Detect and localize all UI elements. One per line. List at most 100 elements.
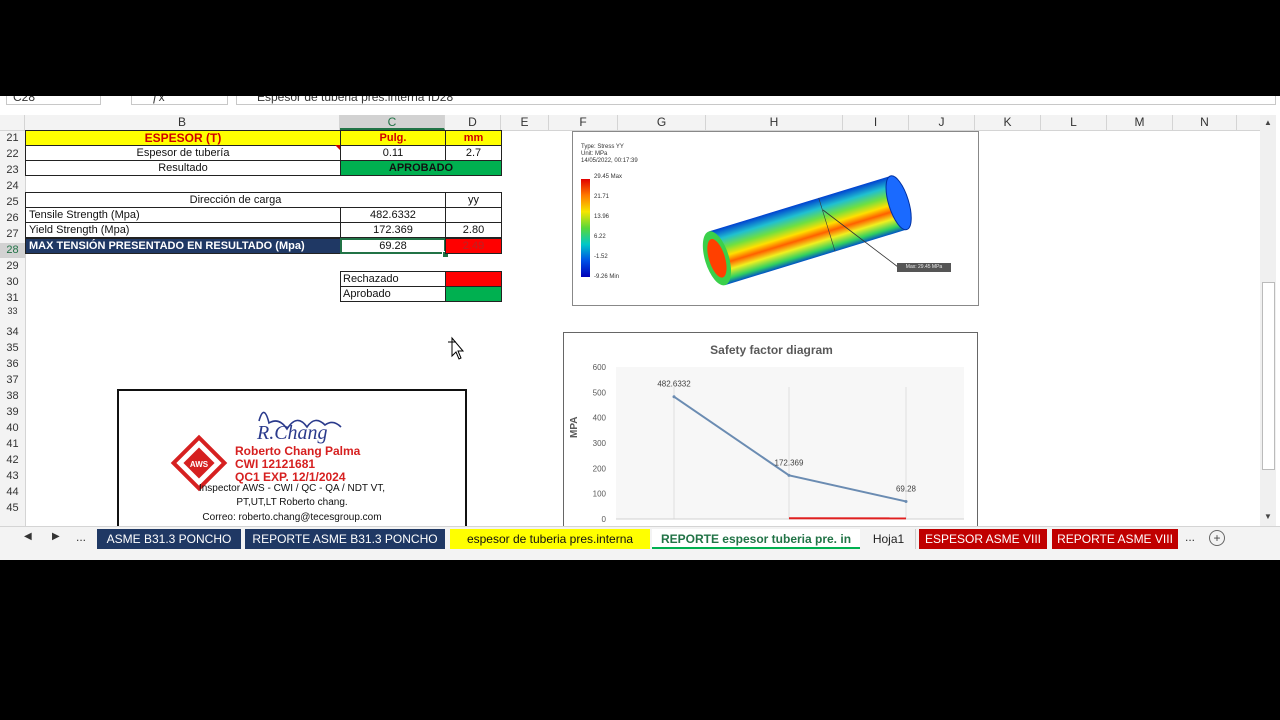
column-header-f[interactable]: F bbox=[549, 115, 618, 130]
cell-c21-header[interactable]: Pulg. bbox=[340, 130, 446, 146]
row-header[interactable]: 41 bbox=[0, 437, 25, 452]
tab-asme-b31-poncho[interactable]: ASME B31.3 PONCHO bbox=[97, 529, 241, 549]
cell-d25[interactable]: yy bbox=[445, 192, 502, 208]
y-tick-label: 300 bbox=[593, 439, 607, 448]
cell-c30-legend[interactable]: Rechazado bbox=[340, 271, 446, 287]
column-header-e[interactable]: E bbox=[501, 115, 549, 130]
select-all-corner[interactable] bbox=[0, 115, 25, 130]
cell-b25[interactable]: Dirección de carga bbox=[25, 192, 446, 208]
scroll-up-icon[interactable]: ▲ bbox=[1263, 118, 1273, 128]
tab-reporte-asme-viii[interactable]: REPORTE ASME VIII bbox=[1052, 529, 1178, 549]
tab-scroll-left-icon[interactable]: ◀ bbox=[24, 531, 32, 542]
cell-c23-result[interactable]: APROBADO bbox=[340, 160, 502, 176]
tab-scroll-right-icon[interactable]: ▶ bbox=[52, 531, 60, 542]
cell-d22[interactable]: 2.7 bbox=[445, 145, 502, 161]
column-header-d[interactable]: D bbox=[445, 115, 501, 130]
row-header[interactable]: 26 bbox=[0, 211, 25, 226]
cell-c26[interactable]: 482.6332 bbox=[340, 207, 446, 223]
fea-stress-image[interactable]: Type: Stress YY Unit: MPa 14/05/2022, 00… bbox=[572, 131, 979, 306]
row-header[interactable]: 31 bbox=[0, 291, 25, 306]
column-header-l[interactable]: L bbox=[1041, 115, 1107, 130]
cell-c27[interactable]: 172.369 bbox=[340, 222, 446, 238]
cell-d21-header[interactable]: mm bbox=[445, 130, 502, 146]
row-header[interactable]: 43 bbox=[0, 469, 25, 484]
row-header[interactable]: 36 bbox=[0, 357, 25, 372]
move-cursor-icon bbox=[448, 336, 465, 360]
cell-b22[interactable]: Espesor de tubería bbox=[25, 145, 341, 161]
tab-reporte-asme-b31-poncho[interactable]: REPORTE ASME B31.3 PONCHO bbox=[245, 529, 445, 549]
row-header[interactable]: 45 bbox=[0, 501, 25, 516]
cell-c22[interactable]: 0.11 bbox=[340, 145, 446, 161]
column-header-b[interactable]: B bbox=[25, 115, 340, 130]
data-label: 172.369 bbox=[775, 458, 804, 467]
fx-button[interactable]: ƒx bbox=[131, 96, 228, 105]
data-point bbox=[787, 473, 791, 477]
row-header[interactable]: 28 bbox=[0, 243, 25, 258]
column-header-k[interactable]: K bbox=[975, 115, 1041, 130]
row-header[interactable]: 42 bbox=[0, 453, 25, 468]
legend-swatch-red[interactable] bbox=[445, 271, 502, 287]
sheet-tab-bar: ◀ ▶ ... ASME B31.3 PONCHO REPORTE ASME B… bbox=[0, 526, 1280, 551]
data-point bbox=[672, 395, 676, 399]
signature-scribble: R.Chang bbox=[256, 422, 328, 444]
row-header[interactable]: 24 bbox=[0, 179, 25, 194]
cell-b23[interactable]: Resultado bbox=[25, 160, 341, 176]
cell-d26[interactable] bbox=[445, 207, 502, 223]
tab-hoja1[interactable]: Hoja1 bbox=[862, 529, 916, 549]
status-bar bbox=[0, 551, 1280, 560]
column-header-m[interactable]: M bbox=[1107, 115, 1173, 130]
cell-d27[interactable]: 2.80 bbox=[445, 222, 502, 238]
row-header[interactable]: 29 bbox=[0, 259, 25, 274]
column-header-n[interactable]: N bbox=[1173, 115, 1237, 130]
y-tick-label: 600 bbox=[593, 363, 607, 372]
row-header[interactable]: 23 bbox=[0, 163, 25, 178]
vertical-scrollbar[interactable]: ▲ ▼ bbox=[1260, 115, 1276, 526]
name-box[interactable]: C28 bbox=[6, 96, 101, 105]
more-tabs-right-button[interactable]: ... bbox=[1185, 530, 1195, 544]
cell-b26[interactable]: Tensile Strength (Mpa) bbox=[25, 207, 341, 223]
row-header[interactable]: 27 bbox=[0, 227, 25, 242]
stamp-line-1: Inspector AWS - CWI / QC - QA / NDT VT, bbox=[198, 483, 386, 494]
cell-c31-legend[interactable]: Aprobado bbox=[340, 286, 446, 302]
row-header[interactable]: 21 bbox=[0, 131, 25, 146]
row-header[interactable]: 33 bbox=[0, 307, 25, 316]
row-header[interactable]: 40 bbox=[0, 421, 25, 436]
formula-input[interactable]: Espesor de tuberia pres.interna ID28 bbox=[236, 96, 1276, 105]
row-header[interactable]: 35 bbox=[0, 341, 25, 356]
row-header[interactable]: 22 bbox=[0, 147, 25, 162]
formula-bar: C28 ƒx Espesor de tuberia pres.interna I… bbox=[0, 96, 1280, 114]
cell-b21-header[interactable]: ESPESOR (T) bbox=[25, 130, 341, 146]
tab-espesor-tuberia[interactable]: espesor de tuberia pres.interna bbox=[450, 529, 650, 549]
row-header[interactable]: 38 bbox=[0, 389, 25, 404]
column-header-i[interactable]: I bbox=[843, 115, 909, 130]
more-tabs-left-button[interactable]: ... bbox=[76, 530, 86, 544]
row-header[interactable]: 30 bbox=[0, 275, 25, 290]
column-header-c[interactable]: C bbox=[340, 115, 445, 130]
row-header[interactable]: 34 bbox=[0, 325, 25, 340]
cell-b27[interactable]: Yield Strength (Mpa) bbox=[25, 222, 341, 238]
stamp-line-3: Correo: roberto.chang@tecesgroup.com bbox=[202, 512, 382, 523]
cell-c28-selected[interactable]: 69.28 bbox=[340, 238, 446, 254]
column-header-g[interactable]: G bbox=[618, 115, 706, 130]
tab-reporte-espesor-active[interactable]: REPORTE espesor tuberia pre. in bbox=[652, 529, 860, 549]
y-tick-label: 0 bbox=[602, 515, 607, 524]
cell-d28[interactable]: 2.49 bbox=[445, 238, 502, 254]
scroll-down-icon[interactable]: ▼ bbox=[1263, 512, 1273, 522]
y-tick-label: 400 bbox=[593, 414, 607, 423]
row-header[interactable]: 37 bbox=[0, 373, 25, 388]
row-header[interactable]: 44 bbox=[0, 485, 25, 500]
add-sheet-icon[interactable]: + bbox=[1209, 530, 1225, 546]
tab-espesor-asme-viii[interactable]: ESPESOR ASME VIII bbox=[919, 529, 1047, 549]
legend-swatch-green[interactable] bbox=[445, 286, 502, 302]
column-headers: B C D E F G H I J K L M N bbox=[0, 115, 1260, 131]
row-header[interactable]: 39 bbox=[0, 405, 25, 420]
safety-factor-chart[interactable]: Safety factor diagram MPA 0 100 200 300 400 5… bbox=[563, 332, 978, 532]
column-header-h[interactable]: H bbox=[706, 115, 843, 130]
stamp-line-2: PT,UT,LT Roberto chang. bbox=[236, 497, 348, 508]
row-header[interactable]: 25 bbox=[0, 195, 25, 210]
signature-stamp-box[interactable]: R.Chang AWS Roberto Chang Palma CWI 1212… bbox=[117, 389, 467, 533]
cell-b28[interactable]: MAX TENSIÓN PRESENTADO EN RESULTADO (Mpa… bbox=[25, 238, 341, 254]
vertical-scroll-thumb[interactable] bbox=[1262, 282, 1275, 470]
row-headers: 21 22 23 24 25 26 27 28 29 30 31 33 34 3… bbox=[0, 131, 26, 526]
column-header-j[interactable]: J bbox=[909, 115, 975, 130]
